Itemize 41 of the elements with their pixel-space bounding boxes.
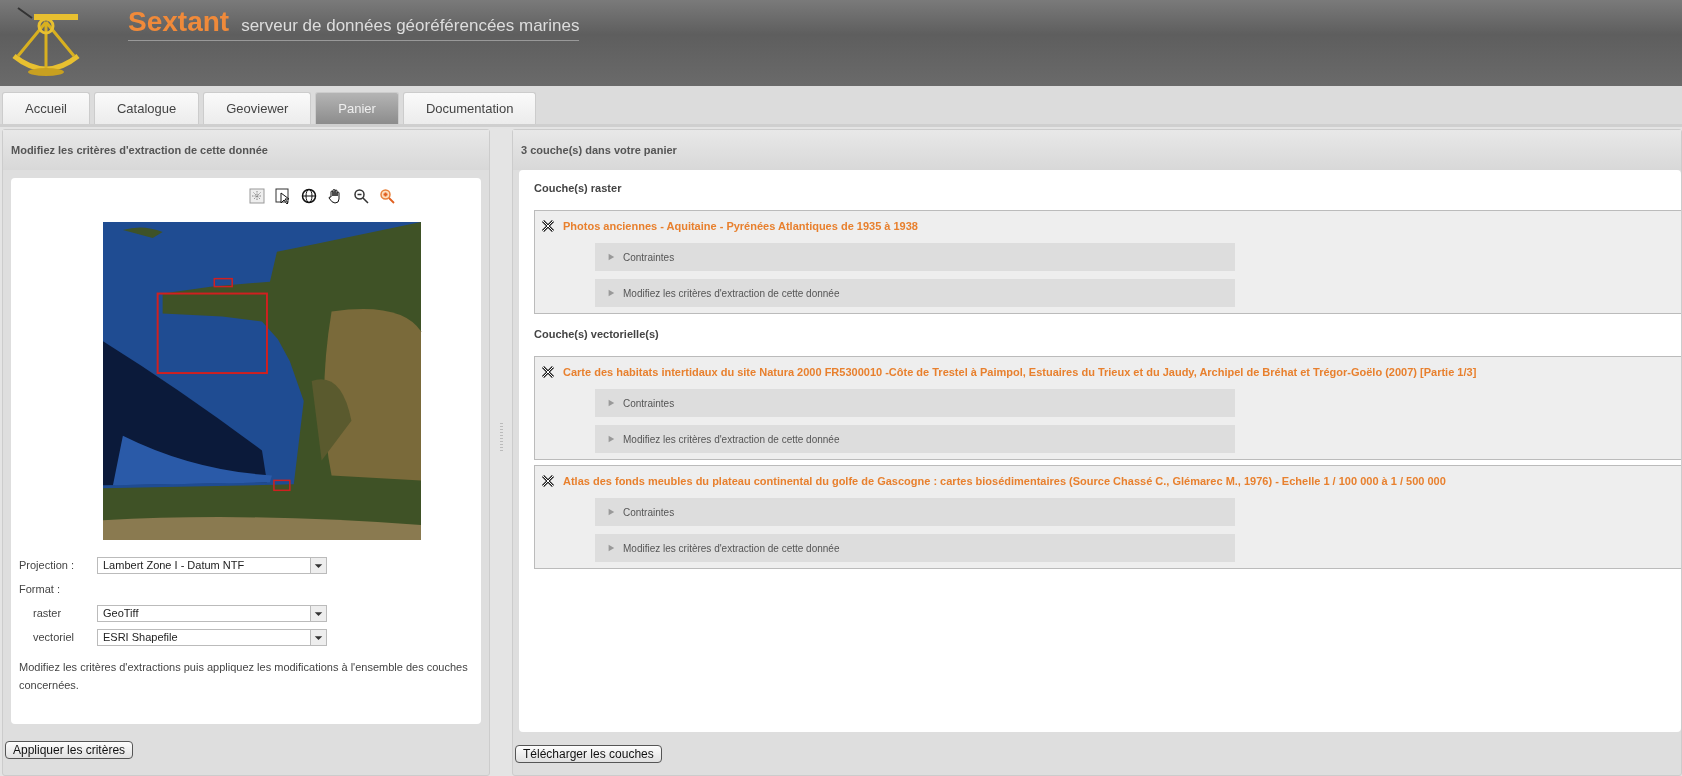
collapsible-section[interactable]: Contraintes: [595, 498, 1235, 526]
globe-icon[interactable]: [301, 188, 317, 204]
remove-icon[interactable]: [541, 219, 555, 233]
help-text: Modifiez les critères d'extractions puis appliquez les modifications à l'ensemble des couches concernées.: [19, 660, 469, 693]
nav-tab[interactable]: Catalogue: [93, 92, 200, 124]
field-label: raster: [32, 607, 63, 619]
remove-icon[interactable]: [541, 474, 555, 488]
collapsible-section[interactable]: Modifiez les critères d'extraction de cette donnée: [595, 534, 1235, 562]
site-brand: Sextant: [128, 6, 230, 38]
projection-select[interactable]: Lambert Zone I - Datum NTF: [97, 556, 327, 574]
collapsed-arrow-icon: [607, 435, 615, 443]
remove-icon[interactable]: [541, 365, 555, 379]
field-label: vectoriel: [32, 631, 75, 643]
format-select[interactable]: GeoTiff: [97, 604, 327, 622]
collapsible-section[interactable]: Modifiez les critères d'extraction de cette donnée: [595, 279, 1235, 307]
collapsed-arrow-icon: [607, 289, 615, 297]
select-pointer-icon[interactable]: [275, 188, 291, 204]
field-label: Projection :: [19, 559, 76, 571]
panel-title: 3 couche(s) dans votre panier: [513, 130, 1681, 170]
collapsed-arrow-icon: [607, 253, 615, 261]
zoom-in-icon[interactable]: [379, 188, 395, 204]
collapsed-arrow-icon: [607, 544, 615, 552]
group-heading: Couche(s) vectorielle(s): [534, 328, 660, 342]
nav-tab[interactable]: Documentation: [402, 92, 537, 124]
pan-hand-icon[interactable]: [327, 188, 343, 204]
field-label: Format :: [19, 583, 61, 595]
panel-title: Modifiez les critères d'extraction de cette donnée: [3, 130, 489, 170]
splitter-handle[interactable]: [499, 422, 503, 453]
collapsed-arrow-icon: [607, 399, 615, 407]
format-select[interactable]: ESRI Shapefile: [97, 628, 327, 646]
download-button[interactable]: Télécharger les couches: [515, 744, 662, 763]
apply-button[interactable]: Appliquer les critères: [5, 740, 134, 759]
collapsible-section[interactable]: Contraintes: [595, 389, 1235, 417]
site-subtitle: serveur de données géoréférencées marines: [241, 16, 580, 36]
collapsed-arrow-icon: [607, 508, 615, 516]
group-heading: Couche(s) raster: [534, 182, 623, 196]
nav-tab[interactable]: Geoviewer: [203, 92, 312, 124]
collapsible-section[interactable]: Modifiez les critères d'extraction de cette donnée: [595, 425, 1235, 453]
nav-tab[interactable]: Accueil: [2, 92, 90, 124]
collapsible-section[interactable]: Contraintes: [595, 243, 1235, 271]
zoom-out-icon[interactable]: [353, 188, 369, 204]
